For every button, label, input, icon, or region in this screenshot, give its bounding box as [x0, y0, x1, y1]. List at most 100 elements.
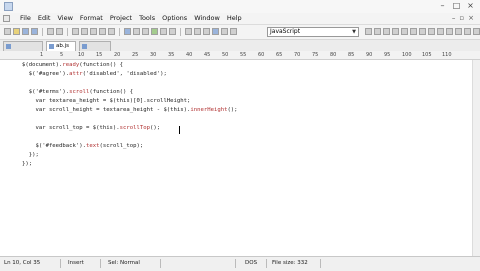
toolbar-buttons-left: [4, 28, 237, 36]
text-cursor: [179, 126, 180, 134]
menu-help[interactable]: Help: [227, 14, 242, 22]
tab-label: ab.js: [56, 43, 70, 49]
code-line: var scroll_height = textarea_height - $(…: [22, 107, 238, 113]
ruler-label: 105: [422, 52, 432, 58]
menu-file[interactable]: File: [20, 14, 31, 22]
menu-format[interactable]: Format: [80, 14, 103, 22]
doc-restore-icon[interactable]: ▫: [459, 14, 464, 22]
copy-icon[interactable]: [81, 28, 88, 35]
ruler-label: 1: [40, 52, 44, 58]
maximize-icon[interactable]: □: [451, 1, 462, 11]
goto-icon[interactable]: [142, 28, 149, 35]
language-select[interactable]: JavaScript ▼: [267, 27, 359, 37]
spell-check-icon[interactable]: [221, 28, 228, 35]
code-line: $('#terms').scroll(function() {: [22, 89, 134, 95]
tool-3-icon[interactable]: [383, 28, 390, 35]
menu-bar: File Edit View Format Project Tools Opti…: [0, 13, 480, 25]
status-separator: [266, 259, 267, 268]
toolbar-buttons-right: [365, 28, 480, 35]
bookmark-icon[interactable]: [151, 28, 158, 35]
replace-icon[interactable]: [133, 28, 140, 35]
doc-close-icon[interactable]: ×: [468, 14, 474, 22]
outdent-icon[interactable]: [169, 28, 176, 35]
line-ending: DOS: [245, 260, 258, 266]
tool-1-icon[interactable]: [365, 28, 372, 35]
ruler-label: 85: [348, 52, 355, 58]
ruler-label: 50: [222, 52, 229, 58]
file-icon: [82, 44, 87, 49]
status-separator: [100, 259, 101, 268]
tool-4-icon[interactable]: [392, 28, 399, 35]
open-file-icon[interactable]: [13, 28, 20, 35]
ruler-label: 75: [312, 52, 319, 58]
browser-preview-icon[interactable]: [212, 28, 219, 35]
toolbar-separator: [67, 28, 68, 36]
menu-project[interactable]: Project: [110, 14, 132, 22]
toolbar: JavaScript ▼: [0, 25, 480, 40]
line-numbers-icon[interactable]: [203, 28, 210, 35]
tool-5-icon[interactable]: [401, 28, 408, 35]
undo-icon[interactable]: [99, 28, 106, 35]
indent-icon[interactable]: [160, 28, 167, 35]
vertical-scrollbar[interactable]: [472, 60, 480, 256]
ruler-label: 10: [78, 52, 85, 58]
save-icon[interactable]: [22, 28, 29, 35]
ruler-label: 20: [114, 52, 121, 58]
column-ruler: 1 5 10 15 20 25 30 35 40 45 50 55 60 65 …: [0, 51, 480, 60]
tool-10-icon[interactable]: [446, 28, 453, 35]
tool-6-icon[interactable]: [410, 28, 417, 35]
close-icon[interactable]: ×: [465, 1, 476, 11]
menu-options[interactable]: Options: [162, 14, 187, 22]
tool-9-icon[interactable]: [437, 28, 444, 35]
document-tab-3[interactable]: [79, 41, 111, 51]
tool-7-icon[interactable]: [419, 28, 426, 35]
code-line: $(document).ready(function() {: [22, 62, 124, 68]
save-all-icon[interactable]: [31, 28, 38, 35]
ruler-label: 15: [96, 52, 103, 58]
toolbar-separator: [119, 28, 120, 36]
ruler-label: 90: [366, 52, 373, 58]
new-file-icon[interactable]: [4, 28, 11, 35]
tool-12-icon[interactable]: [464, 28, 471, 35]
ruler-label: 45: [204, 52, 211, 58]
print-icon[interactable]: [47, 28, 54, 35]
paste-icon[interactable]: [90, 28, 97, 35]
tool-13-icon[interactable]: [473, 28, 480, 35]
code-line: var scroll_top = $(this).scrollTop();: [22, 125, 161, 131]
code-line: $('#feedback').text(scroll_top);: [22, 143, 144, 149]
cursor-position: Ln 10, Col 35: [4, 260, 41, 266]
status-separator: [320, 259, 321, 268]
minimize-icon[interactable]: –: [437, 1, 448, 11]
menu-view[interactable]: View: [57, 14, 72, 22]
code-line: });: [22, 152, 39, 158]
menu-tools[interactable]: Tools: [139, 14, 155, 22]
status-bar: Ln 10, Col 35 Insert Sel: Normal DOS Fil…: [0, 256, 480, 271]
print-preview-icon[interactable]: [56, 28, 63, 35]
tool-2-icon[interactable]: [374, 28, 381, 35]
ruler-label: 100: [402, 52, 412, 58]
redo-icon[interactable]: [108, 28, 115, 35]
ruler-label: 65: [276, 52, 283, 58]
ruler-label: 60: [258, 52, 265, 58]
tool-11-icon[interactable]: [455, 28, 462, 35]
file-icon: [6, 44, 11, 49]
toolbar-separator: [42, 28, 43, 36]
ruler-label: 80: [330, 52, 337, 58]
word-wrap-icon[interactable]: [185, 28, 192, 35]
show-spaces-icon[interactable]: [194, 28, 201, 35]
macro-icon[interactable]: [230, 28, 237, 35]
tool-8-icon[interactable]: [428, 28, 435, 35]
ruler-label: 5: [60, 52, 64, 58]
menu-window[interactable]: Window: [194, 14, 220, 22]
document-tab-1[interactable]: [3, 41, 43, 51]
doc-minimize-icon[interactable]: –: [452, 14, 456, 22]
document-icon[interactable]: [3, 15, 10, 22]
cut-icon[interactable]: [72, 28, 79, 35]
status-separator: [235, 259, 236, 268]
ruler-label: 25: [132, 52, 139, 58]
file-size: File size: 332: [272, 260, 308, 266]
menu-edit[interactable]: Edit: [38, 14, 51, 22]
ruler-label: 110: [442, 52, 452, 58]
file-icon: [49, 44, 54, 49]
find-icon[interactable]: [124, 28, 131, 35]
